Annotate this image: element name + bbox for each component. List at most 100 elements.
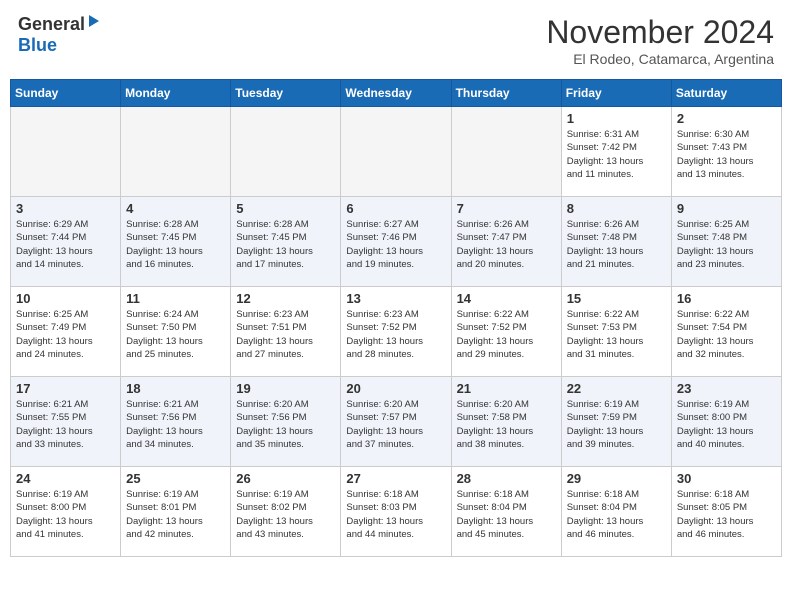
calendar-cell: 5 Sunrise: 6:28 AM Sunset: 7:45 PM Daylig…	[231, 197, 341, 287]
day-number: 15	[567, 291, 666, 306]
calendar-cell: 6Sunrise: 6:27 AM Sunset: 7:46 PM Daylig…	[341, 197, 451, 287]
logo-blue-text: Blue	[18, 35, 57, 55]
day-info: Sunrise: 6:22 AM Sunset: 7:54 PM Dayligh…	[677, 308, 776, 361]
page-header: General Blue November 2024 El Rodeo, Cat…	[10, 10, 782, 71]
calendar-cell: 2 Sunrise: 6:30 AM Sunset: 7:43 PM Daylig…	[671, 107, 781, 197]
col-header-saturday: Saturday	[671, 80, 781, 107]
calendar-week-row: 1Sunrise: 6:31 AM Sunset: 7:42 PM Daylig…	[11, 107, 782, 197]
day-info: Sunrise: 6:23 AM Sunset: 7:51 PM Dayligh…	[236, 308, 335, 361]
calendar-cell: 19 Sunrise: 6:20 AM Sunset: 7:56 PM Dayli…	[231, 377, 341, 467]
day-info: Sunrise: 6:18 AM Sunset: 8:04 PM Dayligh…	[457, 488, 556, 541]
day-number: 28	[457, 471, 556, 486]
day-info: Sunrise: 6:21 AM Sunset: 7:56 PM Dayligh…	[126, 398, 225, 451]
calendar-cell: 24 Sunrise: 6:19 AM Sunset: 8:00 PM Dayli…	[11, 467, 121, 557]
day-info: Sunrise: 6:26 AM Sunset: 7:47 PM Dayligh…	[457, 218, 556, 271]
calendar-cell: 8 Sunrise: 6:26 AM Sunset: 7:48 PM Daylig…	[561, 197, 671, 287]
calendar-header-row: SundayMondayTuesdayWednesdayThursdayFrid…	[11, 80, 782, 107]
day-number: 22	[567, 381, 666, 396]
day-info: Sunrise: 6:18 AM Sunset: 8:05 PM Dayligh…	[677, 488, 776, 541]
day-info: Sunrise: 6:21 AM Sunset: 7:55 PM Dayligh…	[16, 398, 115, 451]
calendar-cell: 11 Sunrise: 6:24 AM Sunset: 7:50 PM Dayli…	[121, 287, 231, 377]
day-info: Sunrise: 6:28 AM Sunset: 7:45 PM Dayligh…	[236, 218, 335, 271]
calendar-cell: 18 Sunrise: 6:21 AM Sunset: 7:56 PM Dayli…	[121, 377, 231, 467]
day-info: Sunrise: 6:23 AM Sunset: 7:52 PM Dayligh…	[346, 308, 445, 361]
day-number: 2	[677, 111, 776, 126]
day-number: 18	[126, 381, 225, 396]
day-number: 23	[677, 381, 776, 396]
col-header-friday: Friday	[561, 80, 671, 107]
day-info: Sunrise: 6:30 AM Sunset: 7:43 PM Dayligh…	[677, 128, 776, 181]
col-header-sunday: Sunday	[11, 80, 121, 107]
calendar-cell: 12 Sunrise: 6:23 AM Sunset: 7:51 PM Dayli…	[231, 287, 341, 377]
day-number: 3	[16, 201, 115, 216]
calendar-cell: 23 Sunrise: 6:19 AM Sunset: 8:00 PM Dayli…	[671, 377, 781, 467]
day-number: 13	[346, 291, 445, 306]
day-info: Sunrise: 6:20 AM Sunset: 7:56 PM Dayligh…	[236, 398, 335, 451]
calendar-cell: 16 Sunrise: 6:22 AM Sunset: 7:54 PM Dayli…	[671, 287, 781, 377]
calendar-cell: 9Sunrise: 6:25 AM Sunset: 7:48 PM Daylig…	[671, 197, 781, 287]
day-number: 8	[567, 201, 666, 216]
day-info: Sunrise: 6:19 AM Sunset: 8:00 PM Dayligh…	[677, 398, 776, 451]
day-info: Sunrise: 6:26 AM Sunset: 7:48 PM Dayligh…	[567, 218, 666, 271]
day-info: Sunrise: 6:25 AM Sunset: 7:48 PM Dayligh…	[677, 218, 776, 271]
day-number: 30	[677, 471, 776, 486]
day-number: 27	[346, 471, 445, 486]
calendar-cell: 1Sunrise: 6:31 AM Sunset: 7:42 PM Daylig…	[561, 107, 671, 197]
day-number: 11	[126, 291, 225, 306]
calendar-cell: 7 Sunrise: 6:26 AM Sunset: 7:47 PM Daylig…	[451, 197, 561, 287]
calendar-cell: 15Sunrise: 6:22 AM Sunset: 7:53 PM Dayli…	[561, 287, 671, 377]
day-info: Sunrise: 6:22 AM Sunset: 7:52 PM Dayligh…	[457, 308, 556, 361]
col-header-tuesday: Tuesday	[231, 80, 341, 107]
day-info: Sunrise: 6:31 AM Sunset: 7:42 PM Dayligh…	[567, 128, 666, 181]
calendar-cell: 3 Sunrise: 6:29 AM Sunset: 7:44 PM Daylig…	[11, 197, 121, 287]
month-title: November 2024	[546, 14, 774, 51]
logo: General Blue	[18, 14, 101, 56]
day-info: Sunrise: 6:27 AM Sunset: 7:46 PM Dayligh…	[346, 218, 445, 271]
calendar-cell	[121, 107, 231, 197]
calendar-cell: 25Sunrise: 6:19 AM Sunset: 8:01 PM Dayli…	[121, 467, 231, 557]
day-number: 19	[236, 381, 335, 396]
col-header-monday: Monday	[121, 80, 231, 107]
calendar-week-row: 24 Sunrise: 6:19 AM Sunset: 8:00 PM Dayli…	[11, 467, 782, 557]
calendar-cell: 17 Sunrise: 6:21 AM Sunset: 7:55 PM Dayli…	[11, 377, 121, 467]
day-info: Sunrise: 6:28 AM Sunset: 7:45 PM Dayligh…	[126, 218, 225, 271]
day-number: 14	[457, 291, 556, 306]
calendar-cell	[341, 107, 451, 197]
day-info: Sunrise: 6:19 AM Sunset: 8:00 PM Dayligh…	[16, 488, 115, 541]
calendar-week-row: 10 Sunrise: 6:25 AM Sunset: 7:49 PM Dayli…	[11, 287, 782, 377]
day-number: 25	[126, 471, 225, 486]
day-number: 26	[236, 471, 335, 486]
day-number: 20	[346, 381, 445, 396]
calendar-cell	[11, 107, 121, 197]
logo-general-text: General	[18, 14, 85, 35]
calendar-cell: 27 Sunrise: 6:18 AM Sunset: 8:03 PM Dayli…	[341, 467, 451, 557]
calendar-cell: 28 Sunrise: 6:18 AM Sunset: 8:04 PM Dayli…	[451, 467, 561, 557]
title-block: November 2024 El Rodeo, Catamarca, Argen…	[546, 14, 774, 67]
calendar-cell: 26Sunrise: 6:19 AM Sunset: 8:02 PM Dayli…	[231, 467, 341, 557]
day-number: 5	[236, 201, 335, 216]
day-info: Sunrise: 6:18 AM Sunset: 8:03 PM Dayligh…	[346, 488, 445, 541]
calendar-week-row: 17 Sunrise: 6:21 AM Sunset: 7:55 PM Dayli…	[11, 377, 782, 467]
calendar-table: SundayMondayTuesdayWednesdayThursdayFrid…	[10, 79, 782, 557]
day-info: Sunrise: 6:24 AM Sunset: 7:50 PM Dayligh…	[126, 308, 225, 361]
day-number: 16	[677, 291, 776, 306]
day-number: 12	[236, 291, 335, 306]
col-header-wednesday: Wednesday	[341, 80, 451, 107]
location-title: El Rodeo, Catamarca, Argentina	[546, 51, 774, 67]
day-number: 24	[16, 471, 115, 486]
calendar-cell: 30 Sunrise: 6:18 AM Sunset: 8:05 PM Dayli…	[671, 467, 781, 557]
day-info: Sunrise: 6:19 AM Sunset: 7:59 PM Dayligh…	[567, 398, 666, 451]
day-number: 17	[16, 381, 115, 396]
day-info: Sunrise: 6:25 AM Sunset: 7:49 PM Dayligh…	[16, 308, 115, 361]
calendar-cell	[451, 107, 561, 197]
day-number: 29	[567, 471, 666, 486]
day-number: 7	[457, 201, 556, 216]
day-info: Sunrise: 6:18 AM Sunset: 8:04 PM Dayligh…	[567, 488, 666, 541]
calendar-cell: 4Sunrise: 6:28 AM Sunset: 7:45 PM Daylig…	[121, 197, 231, 287]
col-header-thursday: Thursday	[451, 80, 561, 107]
day-info: Sunrise: 6:29 AM Sunset: 7:44 PM Dayligh…	[16, 218, 115, 271]
calendar-cell: 14 Sunrise: 6:22 AM Sunset: 7:52 PM Dayli…	[451, 287, 561, 377]
day-info: Sunrise: 6:20 AM Sunset: 7:58 PM Dayligh…	[457, 398, 556, 451]
calendar-cell: 22 Sunrise: 6:19 AM Sunset: 7:59 PM Dayli…	[561, 377, 671, 467]
day-number: 10	[16, 291, 115, 306]
